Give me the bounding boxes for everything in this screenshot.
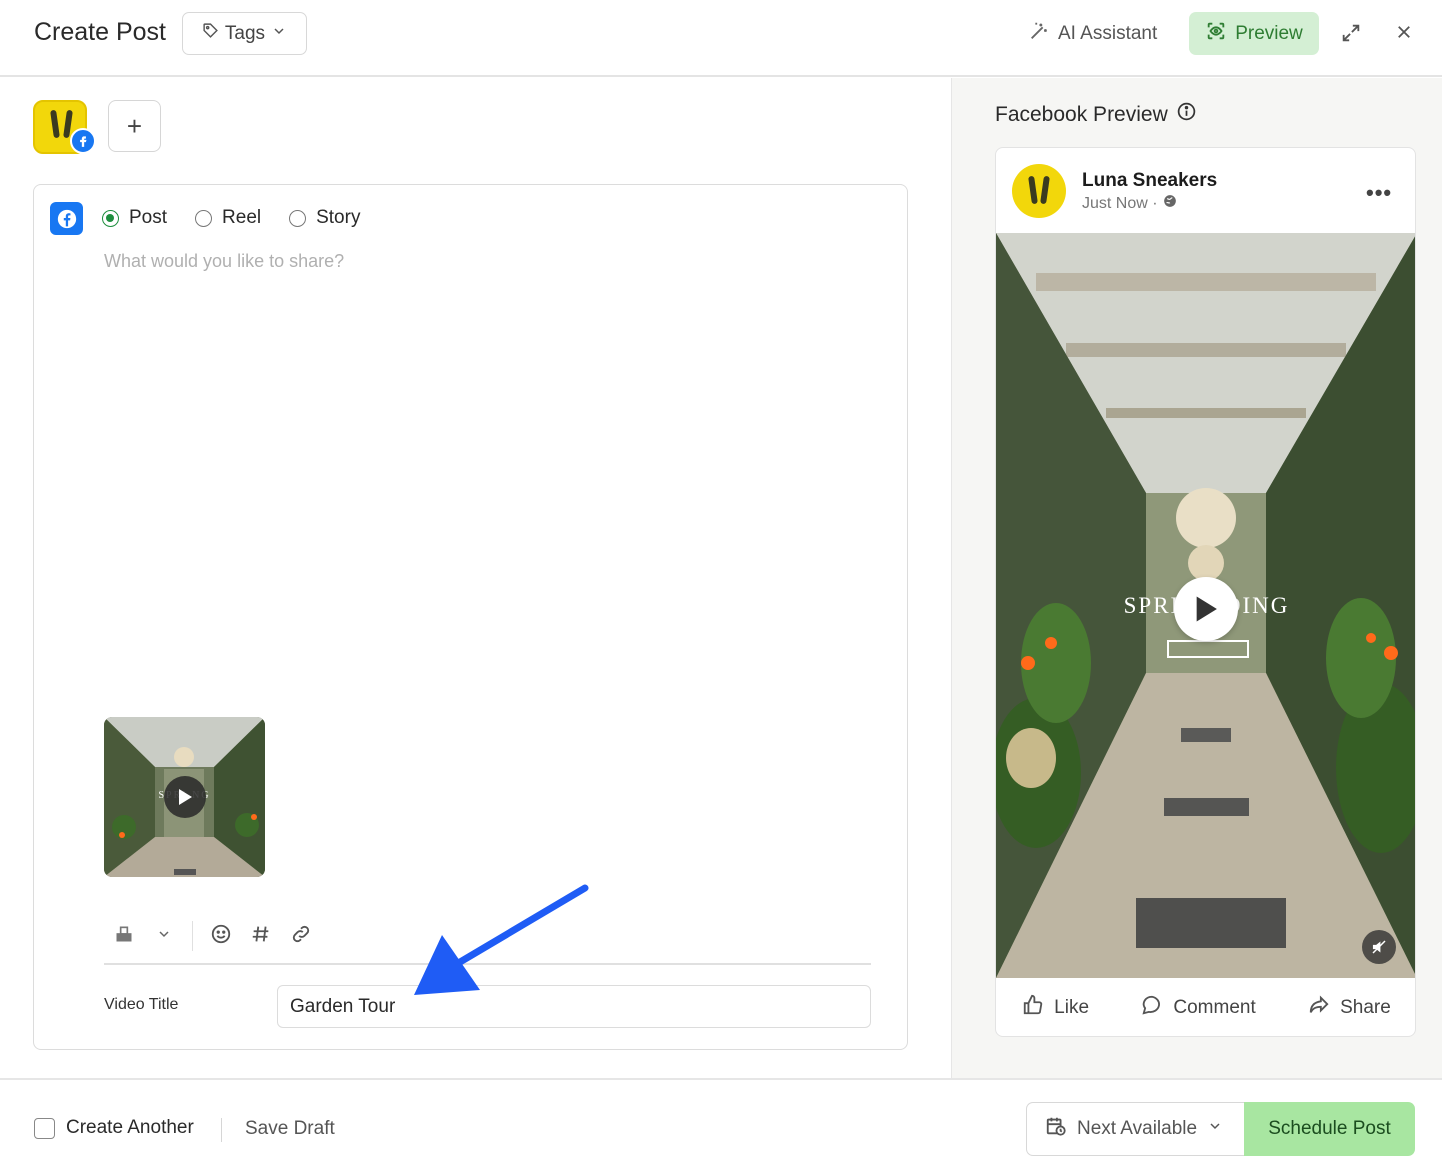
annotation-arrow-icon (414, 884, 589, 995)
save-draft-button[interactable]: Save Draft (245, 1118, 335, 1140)
more-options-icon[interactable]: ••• (1366, 180, 1392, 206)
preview-title-label: Facebook Preview (995, 102, 1168, 126)
next-available-dropdown[interactable]: Next Available (1026, 1102, 1246, 1156)
emoji-icon (210, 923, 232, 950)
facebook-badge-icon (70, 128, 96, 154)
page-name: Luna Sneakers (1082, 170, 1218, 191)
comment-icon (1141, 994, 1163, 1022)
close-icon (1395, 23, 1413, 46)
footer-divider (221, 1118, 222, 1142)
video-preview[interactable]: SPRIN ADING (996, 233, 1415, 978)
plus-icon: + (126, 110, 143, 141)
footer: Create Another Save Draft Next Available… (0, 1078, 1442, 1162)
like-label: Like (1054, 997, 1090, 1018)
radio-story-label: Story (316, 207, 361, 228)
play-icon[interactable] (1174, 577, 1238, 641)
media-icon (114, 924, 134, 949)
chevron-down-icon (156, 926, 172, 947)
link-icon (290, 923, 312, 950)
create-another-label: Create Another (66, 1117, 194, 1138)
hashtag-icon (250, 923, 272, 950)
selected-account[interactable] (33, 100, 96, 156)
preview-title: Facebook Preview (995, 101, 1197, 128)
post-time: Just Now · (1082, 194, 1177, 213)
media-button[interactable] (104, 916, 144, 956)
ai-assistant-button[interactable]: AI Assistant (1028, 14, 1157, 54)
mute-icon[interactable] (1362, 930, 1396, 964)
post-actions: Like Comment Share (996, 978, 1415, 1036)
video-title-label: Video Title (104, 996, 179, 1013)
expand-button[interactable] (1336, 20, 1366, 50)
header: Create Post Tags AI Assistant Preview (0, 0, 1442, 77)
facebook-post-card: Luna Sneakers Just Now · ••• SPRIN ADING… (995, 147, 1416, 1037)
radio-post-label: Post (129, 207, 168, 228)
close-button[interactable] (1390, 20, 1418, 48)
create-another-checkbox[interactable] (34, 1118, 55, 1139)
toolbar-divider (192, 921, 193, 951)
link-button[interactable] (281, 916, 321, 956)
like-button[interactable]: Like (1022, 994, 1089, 1022)
add-account-button[interactable]: + (108, 100, 161, 152)
share-label: Share (1340, 997, 1391, 1018)
radio-reel[interactable]: Reel (195, 207, 261, 229)
info-icon[interactable] (1176, 101, 1197, 128)
create-post-modal: Create Post Tags AI Assistant Preview + … (0, 0, 1442, 1162)
tag-icon (202, 22, 219, 45)
share-icon (1308, 994, 1330, 1022)
chevron-down-icon (271, 23, 287, 45)
expand-icon (1340, 22, 1362, 49)
radio-empty-icon (195, 209, 213, 227)
video-thumbnail[interactable]: SPRI NG (104, 717, 265, 877)
emoji-button[interactable] (201, 916, 241, 956)
post-type-selector: Post Reel Story (102, 207, 360, 229)
calendar-clock-icon (1045, 1115, 1067, 1143)
next-available-label: Next Available (1077, 1118, 1198, 1139)
avatar (1012, 164, 1066, 218)
chevron-down-icon (1207, 1118, 1223, 1140)
tags-label: Tags (224, 22, 266, 44)
eye-icon (1205, 20, 1227, 48)
share-button[interactable]: Share (1308, 994, 1391, 1022)
media-dropdown-button[interactable] (144, 916, 184, 956)
comment-button[interactable]: Comment (1141, 994, 1256, 1022)
schedule-post-button[interactable]: Schedule Post (1244, 1102, 1415, 1156)
ai-assistant-label: AI Assistant (1058, 23, 1158, 44)
post-text-input[interactable]: What would you like to share? (104, 251, 344, 272)
preview-button[interactable]: Preview (1189, 12, 1319, 55)
preview-label: Preview (1235, 22, 1303, 44)
radio-post[interactable]: Post (102, 207, 167, 229)
preview-panel: Facebook Preview Luna Sneakers Just Now … (951, 78, 1442, 1078)
hashtag-button[interactable] (241, 916, 281, 956)
radio-story[interactable]: Story (289, 207, 360, 229)
page-title: Create Post (34, 18, 167, 46)
radio-empty-icon (289, 209, 307, 227)
post-time-label: Just Now · (1082, 194, 1158, 212)
play-icon[interactable] (164, 776, 206, 818)
facebook-icon (50, 202, 83, 235)
globe-icon (1163, 194, 1177, 213)
radio-reel-label: Reel (222, 207, 262, 228)
comment-label: Comment (1173, 997, 1256, 1018)
tags-button[interactable]: Tags (182, 12, 307, 55)
magic-wand-icon (1028, 20, 1050, 48)
radio-selected-icon (102, 209, 119, 227)
thumbs-up-icon (1022, 994, 1044, 1022)
